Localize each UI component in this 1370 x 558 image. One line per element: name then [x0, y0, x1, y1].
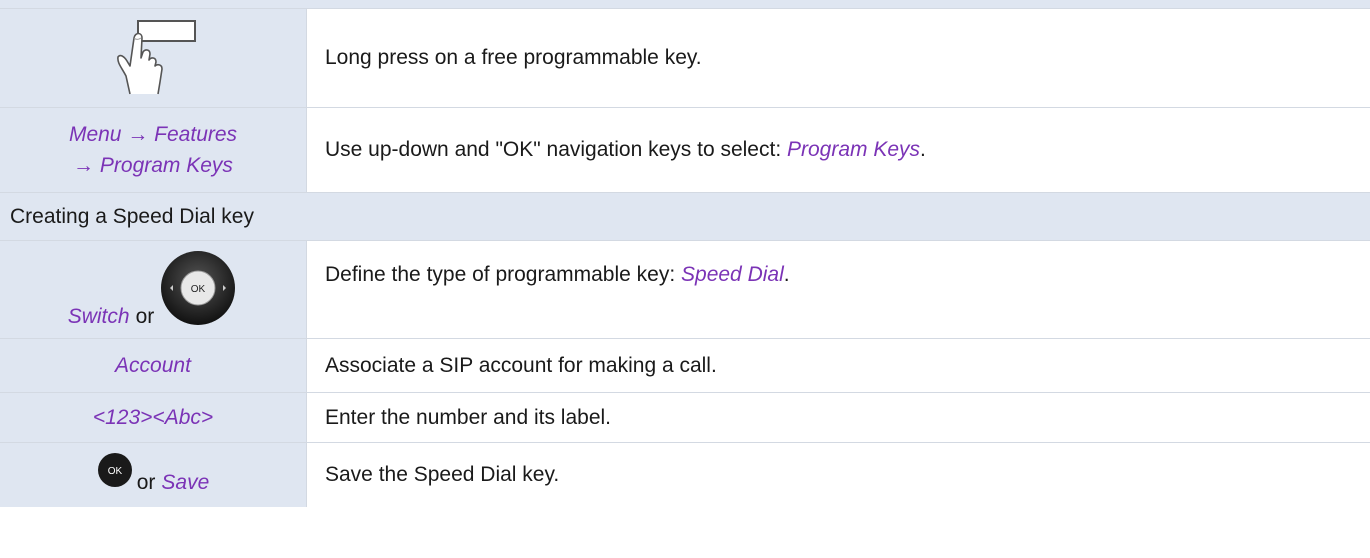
switch-label: Switch	[67, 305, 130, 328]
arrow-icon: →	[127, 123, 149, 146]
left-cell: Account	[0, 339, 307, 392]
ok-text: OK	[191, 284, 206, 295]
program-keys-label: Program Keys	[99, 154, 233, 177]
right-cell: Enter the number and its label.	[307, 393, 1370, 442]
menu-label: Menu	[68, 123, 122, 146]
save-label: Save	[161, 471, 210, 494]
table-row-account: Account Associate a SIP account for maki…	[0, 339, 1370, 393]
table-row-number-label: <123><Abc> Enter the number and its labe…	[0, 393, 1370, 443]
step-description: Use up-down and "OK" navigation keys to …	[325, 138, 926, 161]
menu-path-line1: Menu → Features	[69, 119, 237, 150]
step-description: Define the type of programmable key: Spe…	[325, 263, 790, 286]
or-connector: or	[136, 471, 156, 494]
table-row-switch: Switch or OK Define the type of programm…	[0, 241, 1370, 339]
step-description: Associate a SIP account for making a cal…	[325, 353, 717, 377]
menu-path-line2: → Program Keys	[73, 150, 233, 181]
section-heading: Creating a Speed Dial key	[0, 193, 1370, 241]
account-label: Account	[115, 354, 191, 377]
instruction-table: Long press on a free programmable key. M…	[0, 0, 1370, 507]
section-title: Creating a Speed Dial key	[10, 204, 254, 228]
table-row-menu-path: Menu → Features → Program Keys Use up-do…	[0, 108, 1370, 193]
navigation-pad-icon: OK	[161, 251, 236, 325]
hand-press-key-icon	[117, 20, 196, 95]
features-label: Features	[154, 123, 238, 146]
number-label-input: <123><Abc>	[92, 406, 214, 429]
or-connector: or	[135, 305, 155, 328]
program-keys-ref: Program Keys	[787, 138, 921, 161]
step-description: Save the Speed Dial key.	[325, 463, 560, 486]
speed-dial-ref: Speed Dial	[681, 263, 784, 286]
left-cell: Menu → Features → Program Keys	[0, 108, 307, 192]
step-description: Enter the number and its label.	[325, 405, 612, 429]
right-cell: Long press on a free programmable key.	[307, 9, 1370, 107]
arrow-icon: →	[73, 154, 95, 177]
ok-button-icon: OK	[97, 453, 132, 487]
table-row-long-press: Long press on a free programmable key.	[0, 9, 1370, 108]
table-top-strip	[0, 0, 1370, 9]
left-cell: Switch or OK	[0, 241, 307, 338]
left-cell	[0, 9, 307, 107]
table-row-save: OK or Save Save the Speed Dial key.	[0, 443, 1370, 507]
ok-text: OK	[107, 466, 122, 477]
step-description: Long press on a free programmable key.	[325, 46, 702, 69]
left-cell: OK or Save	[0, 443, 307, 507]
right-cell: Use up-down and "OK" navigation keys to …	[307, 108, 1370, 192]
right-cell: Define the type of programmable key: Spe…	[307, 241, 1370, 338]
left-cell: <123><Abc>	[0, 393, 307, 442]
right-cell: Associate a SIP account for making a cal…	[307, 339, 1370, 392]
right-cell: Save the Speed Dial key.	[307, 443, 1370, 507]
